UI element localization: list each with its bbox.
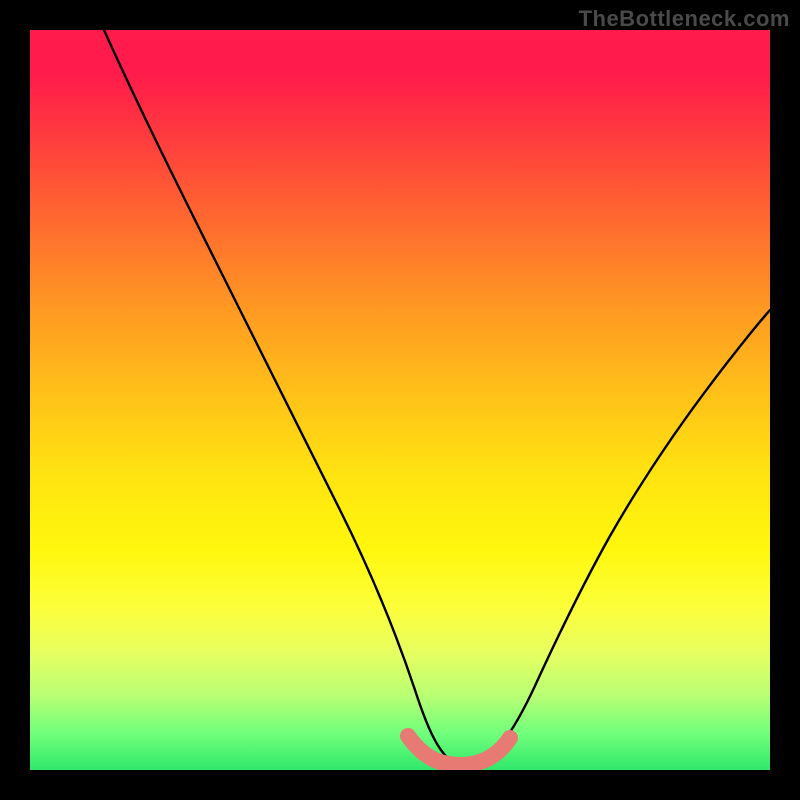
chart-svg bbox=[30, 30, 770, 770]
plot-area bbox=[30, 30, 770, 770]
main-curve bbox=[104, 30, 770, 765]
watermark-text: TheBottleneck.com bbox=[579, 6, 790, 32]
bottom-highlight-curve bbox=[408, 736, 510, 765]
chart-frame: TheBottleneck.com bbox=[0, 0, 800, 800]
